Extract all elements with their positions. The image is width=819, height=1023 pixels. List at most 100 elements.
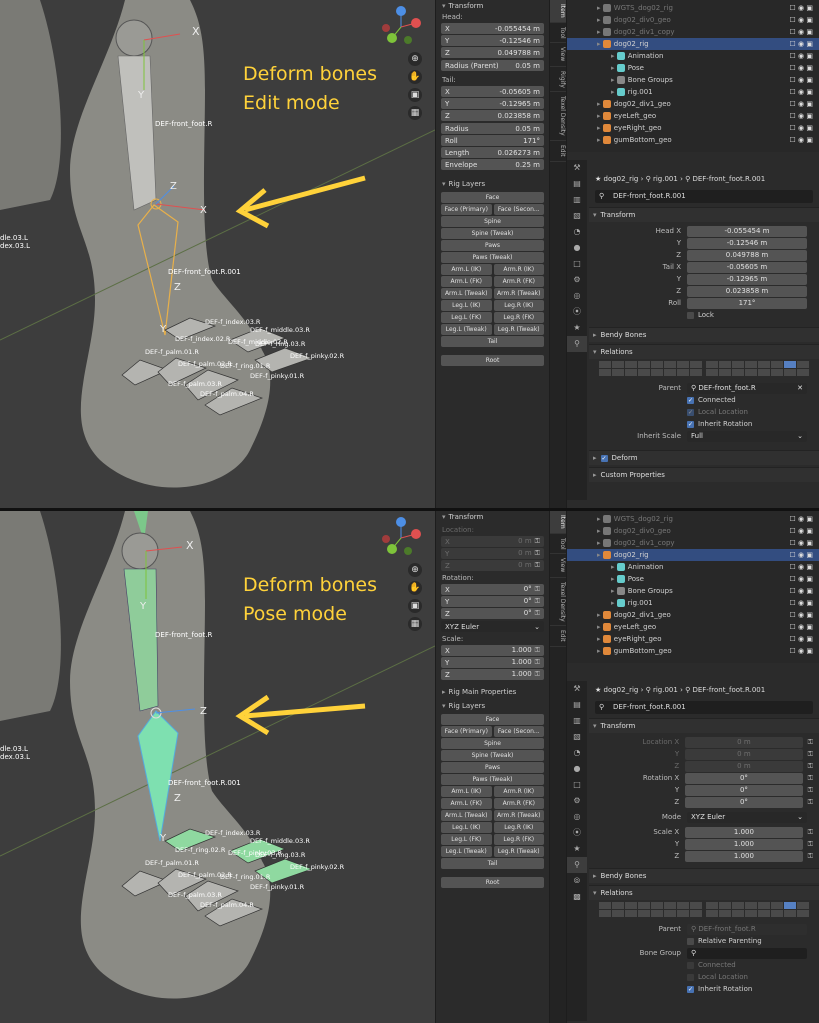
tool-tab-icon[interactable]: ⚒ [567,160,587,176]
inherit-scale-dropdown[interactable]: Full ⌄ [687,430,807,442]
outliner-row[interactable]: ▸ eyeLeft_geo ☐ ◉ ▣ [567,110,819,122]
sidebar-tab[interactable]: Item [550,511,566,534]
rig-layer-button[interactable]: Face [441,192,544,203]
expand-icon[interactable]: ▸ [611,587,617,595]
lock-icon[interactable]: ⚿ [808,798,813,807]
connected-checkbox[interactable]: ✓ [687,396,694,404]
expand-icon[interactable]: ▸ [597,4,603,12]
texture-tab-icon[interactable]: ▩ [567,889,587,905]
value-field[interactable]: Y 0° ⚿ [441,596,544,607]
rig-layer-button[interactable]: Face [441,714,544,725]
bone-layers-grid[interactable] [599,902,809,909]
lock-icon[interactable]: ⚿ [535,585,540,593]
transform-panel-header[interactable]: ▾ Transform [436,0,549,12]
inherit-rotation-row[interactable]: ✓ Inherit Rotation [595,983,813,995]
inherit-rotation-checkbox[interactable]: ✓ [687,985,694,993]
value-field[interactable]: Roll 171° [441,135,544,146]
lock-icon[interactable]: ⚿ [808,762,813,771]
outliner-row[interactable]: ▸ eyeRight_geo ☐ ◉ ▣ [567,633,819,645]
expand-icon[interactable]: ▸ [597,635,603,643]
outliner-row[interactable]: ▸ dog02_rig ☐ ◉ ▣ [567,549,819,561]
rig-layer-button[interactable]: Leg.L (FK) [441,834,492,845]
rig-layer-button[interactable]: Arm.L (IK) [441,264,492,275]
root-layer-button[interactable]: Root [441,355,544,366]
connected-checkbox[interactable] [687,961,694,969]
local-location-row[interactable]: Local Location [595,971,813,983]
zoom-icon[interactable]: ⊕ [408,563,422,577]
outliner-row[interactable]: ▸ rig.001 ☐ ◉ ▣ [567,597,819,609]
expand-icon[interactable]: ▸ [597,136,603,144]
outliner-row[interactable]: ▸ Pose ☐ ◉ ▣ [567,573,819,585]
physics-tab-icon[interactable]: ◎ [567,288,587,304]
expand-icon[interactable]: ▸ [611,599,617,607]
outliner-row[interactable]: ▸ dog02_div1_copy ☐ ◉ ▣ [567,26,819,38]
camera-icon[interactable]: ▣ [408,599,422,613]
rig-layer-button[interactable]: Leg.R (Tweak) [493,324,544,335]
lock-icon[interactable]: ⚿ [808,828,813,837]
sidebar-tab[interactable]: Edit [550,626,566,647]
property-value[interactable]: -0.12965 m [687,273,807,285]
rig-layer-button[interactable]: Spine (Tweak) [441,750,544,761]
rig-layer-button[interactable]: Leg.L (Tweak) [441,846,492,857]
outliner-row[interactable]: ▸ Pose ☐ ◉ ▣ [567,62,819,74]
rig-layer-button[interactable]: Leg.R (FK) [493,312,544,323]
outliner-row[interactable]: ▸ eyeRight_geo ☐ ◉ ▣ [567,122,819,134]
rig-layer-button[interactable]: Arm.R (IK) [493,264,544,275]
property-value[interactable]: 0 m [685,748,803,760]
rig-layer-button[interactable]: Arm.L (Tweak) [441,288,492,299]
property-value[interactable]: 1.000 [685,838,803,850]
custom-properties-section[interactable]: ▸ Custom Properties [589,467,819,482]
rig-layers-header[interactable]: ▾ Rig Layers [436,178,549,190]
value-field[interactable]: Y 1.000 ⚿ [441,657,544,668]
transform-section[interactable]: ▾ Transform [589,718,819,733]
sidebar-tab[interactable]: Rigify [550,67,566,93]
constraints-tab-icon[interactable]: ⦿ [567,304,587,320]
rig-layer-button[interactable]: Paws [441,762,544,773]
lock-icon[interactable]: ⚿ [808,750,813,759]
bone-name-field[interactable]: ⚲ DEF-front_foot.R.001 [595,701,813,714]
expand-icon[interactable]: ▸ [611,575,617,583]
rig-layer-button[interactable]: Arm.R (FK) [493,276,544,287]
rig-layer-button[interactable]: Leg.L (IK) [441,300,492,311]
bone-tab-icon[interactable]: ⚲ [567,857,587,873]
outliner-row[interactable]: ▸ Bone Groups ☐ ◉ ▣ [567,585,819,597]
rig-main-properties-header[interactable]: ▸ Rig Main Properties [436,686,549,698]
value-field[interactable]: X -0.055454 m [441,23,544,34]
rig-layer-button[interactable]: Face (Primary) [441,204,492,215]
lock-icon[interactable]: ⚿ [535,537,540,545]
armature-tab-icon[interactable]: ★ [567,320,587,336]
lock-icon[interactable]: ⚿ [535,561,540,569]
physics-tab-icon[interactable]: ◎ [567,809,587,825]
outliner-row[interactable]: ▸ gumBottom_geo ☐ ◉ ▣ [567,645,819,657]
value-field[interactable]: Y 0 m ⚿ [441,548,544,559]
rig-layer-button[interactable]: Paws (Tweak) [441,252,544,263]
lock-icon[interactable]: ⚿ [535,646,540,654]
transform-section[interactable]: ▾ Transform [589,207,819,222]
value-field[interactable]: Y -0.12546 m [441,35,544,46]
expand-icon[interactable]: ▸ [611,563,617,571]
outliner-row[interactable]: ▸ dog02_div0_geo ☐ ◉ ▣ [567,14,819,26]
value-field[interactable]: Y -0.12965 m [441,98,544,109]
render-tab-icon[interactable]: ▤ [567,176,587,192]
render-tab-icon[interactable]: ▤ [567,697,587,713]
lock-icon[interactable]: ⚿ [808,852,813,861]
rig-layer-button[interactable]: Spine [441,738,544,749]
outliner-row[interactable]: ▸ Animation ☐ ◉ ▣ [567,561,819,573]
property-value[interactable]: 0° [685,796,803,808]
view-layer-tab-icon[interactable]: ▧ [567,729,587,745]
rig-layer-button[interactable]: Tail [441,858,544,869]
bone-name-field[interactable]: ⚲ DEF-front_foot.R.001 [595,190,813,203]
zoom-icon[interactable]: ⊕ [408,52,422,66]
expand-icon[interactable]: ▸ [597,515,603,523]
relative-parenting-row[interactable]: Relative Parenting [595,935,813,947]
outliner-row[interactable]: ▸ dog02_div1_copy ☐ ◉ ▣ [567,537,819,549]
bone-layers-grid-2[interactable] [599,369,809,376]
property-value[interactable]: 0 m [685,736,803,748]
scene-tab-icon[interactable]: ◔ [567,224,587,240]
value-field[interactable]: Z 0 m ⚿ [441,560,544,571]
bendy-bones-section[interactable]: ▸ Bendy Bones [589,327,819,342]
rig-layer-button[interactable]: Face (Secon... [493,204,544,215]
lock-icon[interactable]: ⚿ [808,786,813,795]
relations-section[interactable]: ▾ Relations [589,344,819,359]
property-value[interactable]: 0.023858 m [687,285,807,297]
